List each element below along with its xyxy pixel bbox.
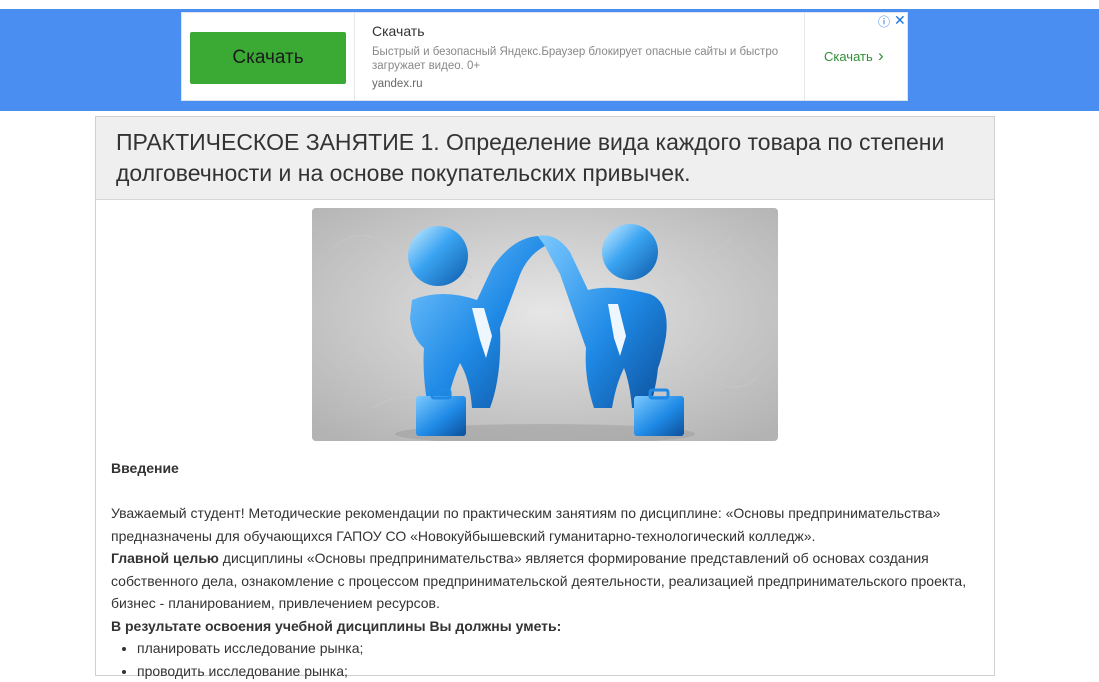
list-item: планировать исследование рынка; bbox=[137, 637, 979, 660]
article-image bbox=[312, 208, 778, 441]
ad-banner[interactable]: Скачать Скачать Быстрый и безопасный Янд… bbox=[181, 12, 908, 101]
info-icon[interactable]: ⓘ bbox=[878, 13, 890, 30]
article-header: ПРАКТИЧЕСКОЕ ЗАНЯТИЕ 1. Определение вида… bbox=[96, 117, 994, 200]
goal-label: Главной целью bbox=[111, 550, 219, 566]
close-icon[interactable]: ✕ bbox=[894, 12, 906, 29]
skills-heading: В результате освоения учебной дисциплины… bbox=[111, 615, 979, 638]
section-heading: Введение bbox=[111, 457, 979, 480]
ad-download-link[interactable]: Скачать bbox=[824, 49, 873, 64]
ad-divider bbox=[354, 13, 355, 100]
top-strip bbox=[0, 0, 1099, 9]
skills-heading-text: В результате освоения учебной дисциплины… bbox=[111, 618, 561, 634]
goal-text: дисциплины «Основы предпринимательства» … bbox=[111, 550, 966, 611]
ad-description: Быстрый и безопасный Яндекс.Браузер блок… bbox=[372, 45, 792, 73]
article-body: Введение Уважаемый студент! Методические… bbox=[111, 457, 979, 682]
intro-paragraph: Уважаемый студент! Методические рекоменд… bbox=[111, 502, 979, 547]
ad-divider bbox=[804, 13, 805, 100]
ad-domain[interactable]: yandex.ru bbox=[372, 78, 423, 90]
article-card: ПРАКТИЧЕСКОЕ ЗАНЯТИЕ 1. Определение вида… bbox=[95, 116, 995, 676]
ad-title[interactable]: Скачать bbox=[372, 23, 425, 39]
list-item: проводить исследование рынка; bbox=[137, 660, 979, 682]
goal-paragraph: Главной целью дисциплины «Основы предпри… bbox=[111, 547, 979, 615]
ad-download-button[interactable]: Скачать bbox=[190, 32, 346, 84]
business-handshake-illustration bbox=[312, 208, 778, 441]
page-title: ПРАКТИЧЕСКОЕ ЗАНЯТИЕ 1. Определение вида… bbox=[116, 127, 976, 189]
skills-list: планировать исследование рынка; проводит… bbox=[111, 637, 979, 682]
chevron-right-icon[interactable]: › bbox=[878, 46, 884, 66]
